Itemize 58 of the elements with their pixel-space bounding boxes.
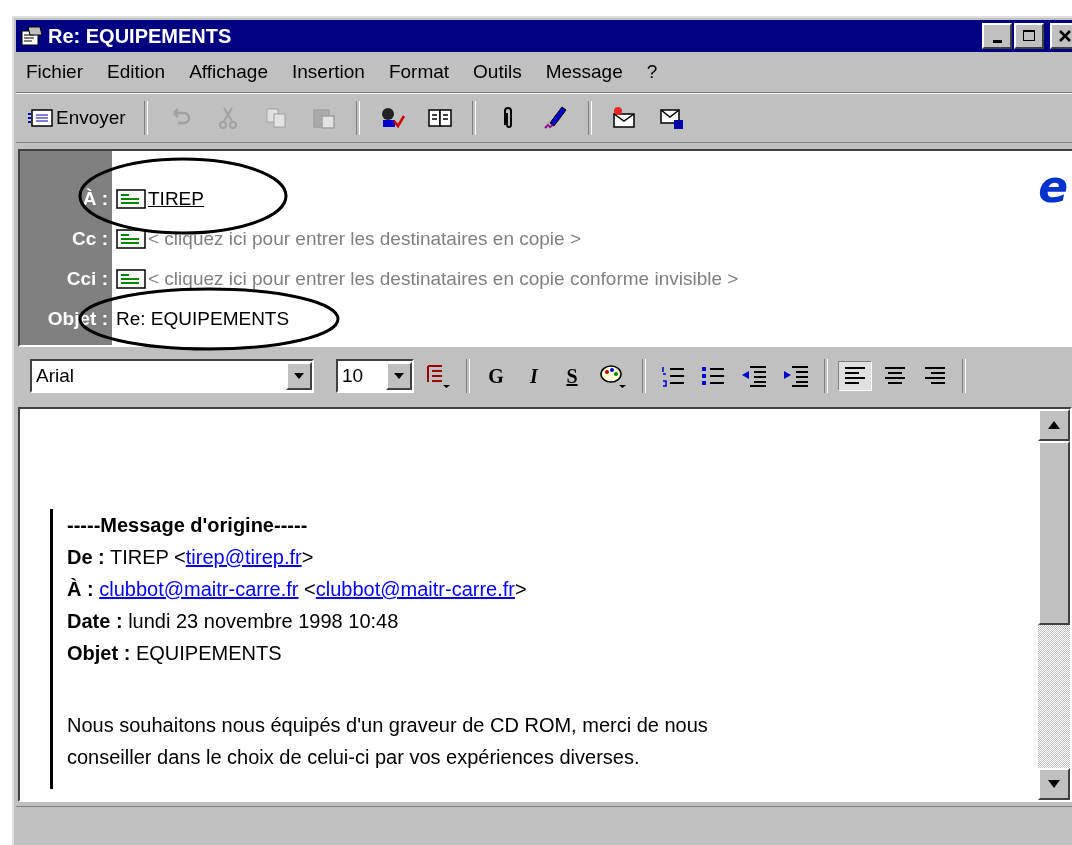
email-link[interactable]: clubbot@maitr-carre.fr — [99, 578, 299, 600]
down-arrow-icon — [1047, 779, 1061, 789]
list-icon — [28, 108, 54, 128]
email-link[interactable]: tirep@tirep.fr — [185, 546, 302, 568]
browser-logo: e — [1038, 165, 1068, 209]
dropdown-arrow-icon — [393, 372, 405, 380]
field-label: À : — [82, 187, 108, 211]
email-link[interactable]: clubbot@maitr-carre.fr — [315, 578, 515, 600]
scroll-thumb[interactable] — [1038, 441, 1070, 625]
address-card-icon[interactable] — [116, 268, 146, 290]
window-title: Re: EQUIPEMENTS — [48, 24, 232, 48]
message-header-title: -----Message d'origine----- — [67, 513, 309, 538]
subject-field[interactable]: Re: EQUIPEMENTS — [116, 308, 916, 330]
cc-field[interactable]: < cliquez ici pour entrer les destinataires en copie > — [148, 228, 948, 250]
menu-item[interactable]: Message — [545, 61, 623, 83]
menu-item[interactable]: Insertion — [292, 61, 365, 83]
up-arrow-icon — [1047, 420, 1061, 430]
address-card-icon[interactable] — [116, 228, 146, 250]
message-header-line: De : TIREP <tirep@tirep.fr> — [67, 545, 315, 570]
recipient-link[interactable]: TIREP — [148, 188, 204, 210]
address-card-icon[interactable] — [116, 188, 146, 210]
paperclip-icon — [502, 107, 513, 129]
message-text: conseiller dans le choix de celui-ci par vos expériences diverses. — [67, 745, 641, 770]
close-button[interactable] — [1050, 23, 1072, 49]
menu-item[interactable]: Outils — [473, 61, 522, 83]
vertical-scrollbar[interactable] — [1038, 409, 1070, 800]
font-dropdown[interactable]: Arial — [30, 359, 314, 393]
dropdown-arrow-icon — [293, 372, 305, 380]
message-text: Nous souhaitons nous équipés d'un graveur de CD ROM, merci de nous — [67, 713, 709, 738]
minimize-button[interactable] — [982, 23, 1012, 49]
bcc-field[interactable]: < cliquez ici pour entrer les destinataires en copie conforme invisible > — [148, 268, 948, 290]
maximize-icon — [1022, 29, 1036, 43]
align-left-button[interactable] — [838, 361, 872, 391]
menu-item[interactable]: ? — [646, 61, 658, 83]
italic-button[interactable]: I — [518, 361, 550, 391]
message-header-line: Objet : EQUIPEMENTS — [67, 641, 283, 666]
maximize-button[interactable] — [1014, 23, 1044, 49]
underline-button[interactable]: S — [556, 361, 588, 391]
scroll-down-button[interactable] — [1038, 768, 1070, 800]
close-icon — [1058, 29, 1072, 43]
menu-item[interactable]: Affichage — [189, 61, 268, 83]
message-header-line: Date : lundi 23 novembre 1998 10:48 — [67, 609, 400, 634]
bold-button[interactable]: G — [480, 361, 512, 391]
paragraph-style-icon — [424, 362, 452, 390]
menu-item[interactable]: Fichier — [26, 61, 83, 83]
envelope-icon — [20, 25, 44, 47]
send-button[interactable]: Envoyer — [22, 105, 132, 131]
message-header-line: À : clubbot@maitr-carre.fr <clubbot@maitr-carre.fr> — [67, 577, 528, 602]
menu-item[interactable]: Edition — [107, 61, 166, 83]
scroll-up-button[interactable] — [1038, 409, 1070, 441]
palette-icon — [598, 362, 628, 390]
field-label: Cc : — [72, 227, 108, 251]
field-label: Cci : — [66, 267, 108, 291]
increase-indent-icon — [782, 363, 810, 389]
menu-item[interactable]: Format — [388, 61, 450, 83]
minimize-icon — [992, 39, 1002, 43]
font-size-dropdown[interactable]: 10 — [336, 359, 414, 393]
decrease-indent-icon — [740, 363, 768, 389]
